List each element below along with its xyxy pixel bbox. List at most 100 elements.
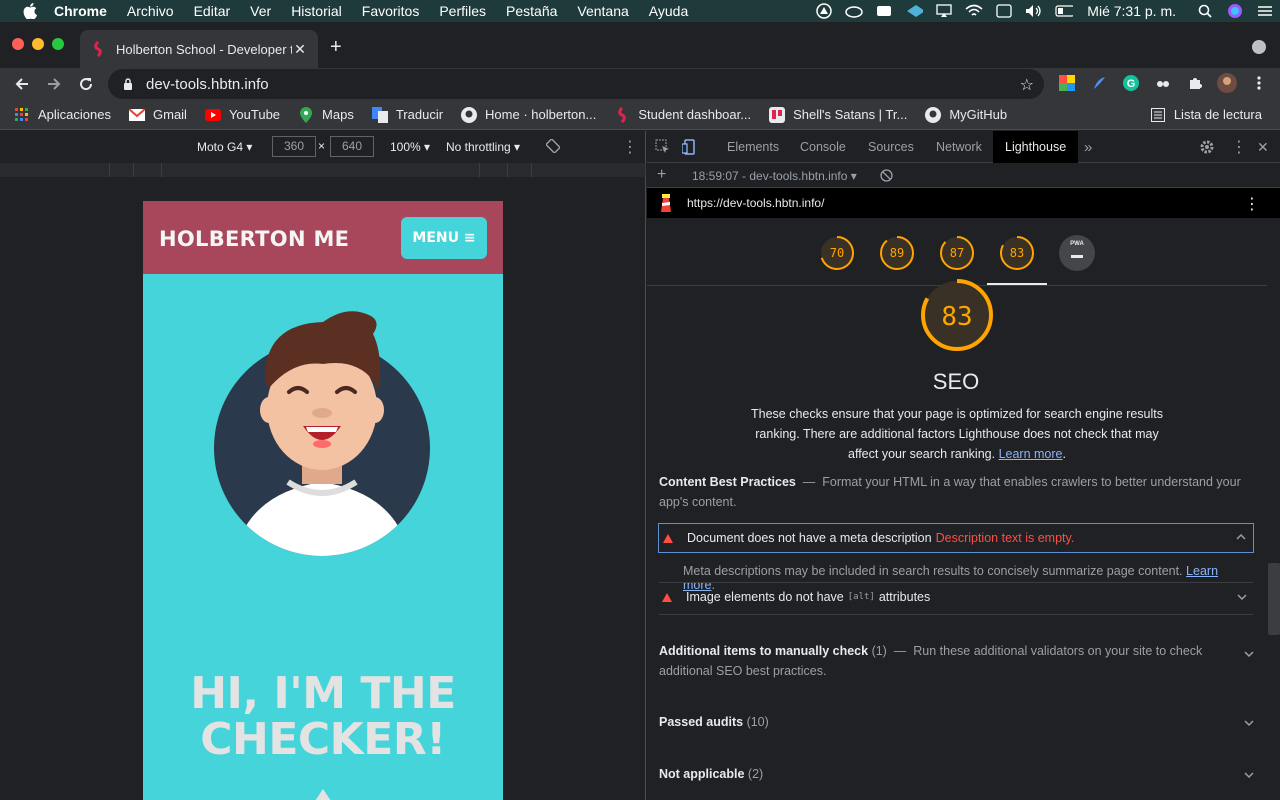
bookmark-star-icon[interactable]: ☆	[1020, 75, 1034, 95]
tab-lighthouse[interactable]: Lighthouse	[993, 131, 1079, 163]
bookmark-maps[interactable]: Maps	[298, 106, 354, 123]
airplay-icon[interactable]	[935, 4, 953, 18]
gauge-performance[interactable]: 70	[819, 235, 855, 271]
menu-ventana[interactable]: Ventana	[577, 3, 628, 19]
audit-meta-description[interactable]: Document does not have a meta descriptio…	[658, 523, 1254, 553]
browser-tab-active[interactable]: Holberton School - Developer t ✕	[80, 30, 318, 68]
holberton-favicon-icon	[94, 41, 102, 57]
colorzilla-extension-icon[interactable]	[1056, 72, 1078, 94]
menu-app-name[interactable]: Chrome	[54, 3, 107, 19]
audit-title-post: attributes	[878, 590, 931, 604]
chevron-down-icon[interactable]	[1243, 717, 1255, 729]
chrome-menu-icon[interactable]	[1248, 72, 1270, 94]
report-url[interactable]: https://dev-tools.hbtn.info/	[687, 196, 824, 210]
rotate-icon[interactable]	[546, 139, 560, 153]
grammarly-extension-icon[interactable]: G	[1120, 72, 1142, 94]
bookmark-gmail[interactable]: Gmail	[129, 107, 187, 123]
minimize-window-button[interactable]	[32, 38, 44, 50]
chevron-down-icon[interactable]	[1236, 591, 1248, 603]
devtools-menu-icon[interactable]: ⋮	[1231, 131, 1247, 163]
menubar-clock[interactable]: Mié 7:31 p. m.	[1087, 3, 1176, 19]
spy-extension-icon[interactable]	[1152, 72, 1174, 94]
pwa-dash-icon	[1071, 255, 1083, 258]
throttling-select[interactable]: No throttling ▾	[446, 140, 520, 154]
chevron-down-icon[interactable]	[1243, 648, 1255, 660]
tab-elements[interactable]: Elements	[727, 131, 779, 163]
bookmark-student-dashboard[interactable]: Student dashboar...	[614, 106, 751, 123]
gauge-best-practices[interactable]: 87	[939, 235, 975, 271]
spotlight-search-icon[interactable]	[1196, 4, 1214, 18]
close-window-button[interactable]	[12, 38, 24, 50]
menu-historial[interactable]: Historial	[291, 3, 342, 19]
new-tab-button[interactable]: +	[330, 36, 342, 59]
bookmark-mygithub[interactable]: MyGitHub	[925, 106, 1007, 123]
address-bar[interactable]: dev-tools.hbtn.info ☆	[108, 69, 1044, 99]
zoom-select[interactable]: 100% ▾	[390, 140, 430, 154]
zoom-window-button[interactable]	[52, 38, 64, 50]
learn-more-link[interactable]: Learn more	[999, 447, 1063, 461]
wifi-icon[interactable]	[965, 4, 983, 18]
device-select[interactable]: Moto G4 ▾	[197, 140, 252, 154]
gauge-seo[interactable]: 83	[999, 235, 1035, 271]
vpn-icon[interactable]	[905, 4, 924, 18]
tab-close-icon[interactable]: ✕	[292, 41, 308, 58]
tab-search-icon[interactable]	[1252, 40, 1266, 54]
menu-pestana[interactable]: Pestaña	[506, 3, 557, 19]
tab-sources[interactable]: Sources	[868, 131, 914, 163]
tab-network[interactable]: Network	[936, 131, 982, 163]
bookmark-translate[interactable]: Traducir	[371, 106, 443, 123]
menu-favoritos[interactable]: Favoritos	[362, 3, 420, 19]
audit-image-alt[interactable]: Image elements do not have [alt] attribu…	[658, 583, 1254, 611]
report-menu-icon[interactable]: ⋮	[1244, 194, 1260, 214]
bookmark-apps[interactable]: Aplicaciones	[14, 107, 111, 123]
new-report-icon[interactable]: +	[657, 166, 666, 184]
siri-icon[interactable]	[1226, 4, 1244, 18]
device-more-options-icon[interactable]: ⋮	[622, 137, 638, 157]
menu-editar[interactable]: Editar	[194, 3, 231, 19]
not-applicable-group[interactable]: Not applicable (2)	[659, 767, 1255, 781]
camera-icon[interactable]	[875, 4, 893, 18]
bookmark-trello[interactable]: Shell's Satans | Tr...	[769, 106, 907, 123]
bookmark-holberton-home[interactable]: Home · holberton...	[461, 106, 596, 123]
tab-console[interactable]: Console	[800, 131, 846, 163]
reading-list-button[interactable]: Lista de lectura	[1150, 107, 1262, 123]
menu-ayuda[interactable]: Ayuda	[649, 3, 688, 19]
back-button[interactable]	[6, 68, 38, 100]
forward-button[interactable]	[38, 68, 70, 100]
volume-icon[interactable]	[1025, 4, 1043, 18]
status-circle-icon[interactable]	[815, 3, 833, 19]
chevron-up-icon[interactable]	[1235, 531, 1247, 543]
device-toggle-icon[interactable]	[682, 131, 698, 163]
lock-icon[interactable]	[122, 78, 134, 90]
viewport-height-input[interactable]: 640	[330, 136, 374, 157]
extensions-puzzle-icon[interactable]	[1184, 72, 1206, 94]
inspect-element-icon[interactable]	[655, 131, 671, 163]
gauge-pwa[interactable]: PWA	[1059, 235, 1095, 271]
chevron-down-icon[interactable]	[1243, 769, 1255, 781]
menu-perfiles[interactable]: Perfiles	[439, 3, 486, 19]
profile-avatar[interactable]	[1216, 72, 1238, 94]
close-devtools-icon[interactable]: ✕	[1257, 131, 1269, 163]
gauge-accessibility[interactable]: 89	[879, 235, 915, 271]
battery-icon[interactable]	[1055, 4, 1074, 18]
control-center-icon[interactable]	[1256, 4, 1274, 18]
passed-audits-group[interactable]: Passed audits (10)	[659, 715, 1255, 729]
creative-cloud-icon[interactable]	[845, 4, 864, 18]
keyboard-input-icon[interactable]	[995, 4, 1013, 18]
settings-gear-icon[interactable]	[1199, 131, 1215, 163]
feather-extension-icon[interactable]	[1088, 72, 1110, 94]
scroll-up-arrow-icon[interactable]	[315, 789, 331, 800]
manual-checks-group[interactable]: Additional items to manually check (1) —…	[659, 641, 1219, 681]
clear-reports-icon[interactable]	[880, 169, 893, 182]
menu-archivo[interactable]: Archivo	[127, 3, 174, 19]
viewport-width-input[interactable]: 360	[272, 136, 316, 157]
more-tabs-icon[interactable]: »	[1084, 131, 1092, 163]
reload-button[interactable]	[70, 68, 102, 100]
report-selector[interactable]: 18:59:07 - dev-tools.hbtn.info ▾	[692, 169, 857, 183]
page-logo[interactable]: HOLBERTON ME	[159, 227, 349, 251]
bookmark-youtube[interactable]: YouTube	[204, 107, 280, 123]
apple-icon[interactable]	[20, 3, 40, 19]
menu-ver[interactable]: Ver	[250, 3, 271, 19]
page-menu-button[interactable]: MENU ≡	[401, 217, 487, 259]
report-scrollbar[interactable]	[1268, 563, 1280, 635]
